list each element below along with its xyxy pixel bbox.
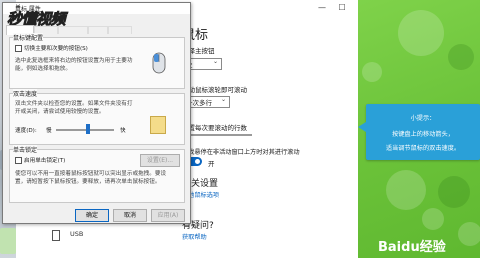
- tip-panel: 小提示： 按键盘上的移动箭头， 适当调节鼠标的双击速度。 Baidu经验: [358, 0, 480, 258]
- mouse-icon: [152, 52, 166, 74]
- click-lock-description: 使您可以不用一直按着鼠标按钮就可以突出显示或拖拽。要设置，请短暂按下鼠标按钮。要…: [15, 171, 167, 185]
- double-click-group: 双击速度 双击文件夹以检查您的设置。如果文件夹没有打开或关闭，请尝试使用较慢的设…: [9, 89, 185, 145]
- inactive-scroll-label: 当我悬停在非活动窗口上方时对其进行滚动: [182, 149, 300, 156]
- speed-slider-track[interactable]: [56, 129, 114, 131]
- minimize-icon[interactable]: —: [318, 3, 326, 12]
- slow-label: 慢: [46, 128, 52, 134]
- device-strip: USB: [16, 218, 168, 258]
- swap-buttons-label: 切换主要和次要的按钮(S): [24, 46, 88, 52]
- usb-label: USB: [70, 230, 84, 238]
- ok-button[interactable]: 确定: [75, 209, 109, 222]
- scroll-label: 滚动鼠标滚轮即可滚动: [182, 86, 247, 94]
- click-lock-label: 启用单击锁定(T): [24, 158, 66, 164]
- settings-window: — ☐ 鼠标 选择主按钮 左 ⌄ 滚动鼠标滚轮即可滚动 一次多行 ⌄ 设置每次要…: [168, 0, 358, 258]
- group-label: 鼠标键配置: [13, 33, 44, 42]
- toggle-state: 开: [208, 160, 215, 168]
- tip-pointer: [358, 122, 366, 132]
- click-lock-group: 单击锁定 启用单击锁定(T) 设置(E)... 使您可以不用一直按着鼠标按钮就可…: [9, 145, 185, 203]
- chevron-down-icon: ⌄: [220, 96, 226, 103]
- device-icon: [52, 230, 60, 241]
- tip-box: 小提示： 按键盘上的移动箭头， 适当调节鼠标的双击速度。: [366, 104, 480, 160]
- mouse-properties-dialog: 鼠标 属性 ✕ 秒懂视频 鼠标键配置 切换主要和次要的按钮(S) 选中此复选框来…: [2, 2, 191, 224]
- chevron-down-icon: ⌄: [212, 58, 218, 65]
- click-lock-settings-button[interactable]: 设置(E)...: [140, 154, 180, 167]
- lines-label: 设置每次要滚动的行数: [182, 124, 247, 132]
- speed-label: 速度(D):: [15, 128, 37, 134]
- cancel-button[interactable]: 取消: [113, 209, 147, 222]
- fast-label: 快: [120, 128, 126, 134]
- double-click-description: 双击文件夹以检查您的设置。如果文件夹没有打开或关闭，请尝试使用较慢的设置。: [15, 101, 133, 115]
- group-label: 双击速度: [13, 89, 38, 98]
- tab-hardware[interactable]: [108, 26, 132, 34]
- maximize-icon[interactable]: ☐: [339, 3, 346, 12]
- speed-slider-thumb[interactable]: [86, 124, 90, 134]
- lines-slider[interactable]: [182, 134, 252, 136]
- baidu-logo: Baidu经验: [378, 240, 446, 255]
- toggle-knob: [195, 159, 200, 164]
- swap-buttons-checkbox[interactable]: [15, 45, 22, 52]
- tip-line-2: 适当调节鼠标的双击速度。: [385, 145, 461, 152]
- tab-wheel[interactable]: [88, 26, 108, 34]
- get-help-link[interactable]: 获取帮助: [182, 232, 207, 241]
- button-config-group: 鼠标键配置 切换主要和次要的按钮(S) 选中此复选框来将右边的按钮设置为用于主要…: [9, 33, 185, 89]
- folder-icon[interactable]: [150, 116, 166, 134]
- swap-description: 选中此复选框来将右边的按钮设置为用于主要功能，例如选择和拖放。: [15, 58, 133, 72]
- window-controls: — ☐: [318, 3, 346, 12]
- click-lock-checkbox[interactable]: [15, 157, 22, 164]
- tab-pointer-options[interactable]: [58, 26, 88, 34]
- tip-title: 小提示：: [410, 115, 436, 122]
- group-label: 单击锁定: [13, 145, 38, 154]
- tip-line-1: 按键盘上的移动箭头，: [392, 131, 454, 138]
- apply-button[interactable]: 应用(A): [151, 209, 185, 222]
